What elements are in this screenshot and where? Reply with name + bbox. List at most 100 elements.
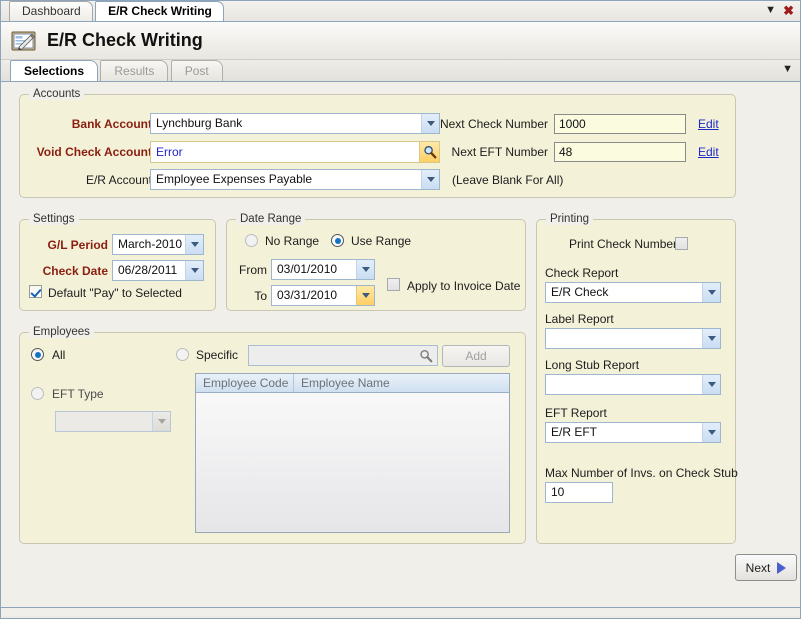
max-invs-input[interactable]: 10 <box>545 482 613 503</box>
no-range-label: No Range <box>265 234 320 248</box>
er-account-hint: (Leave Blank For All) <box>452 173 564 187</box>
employees-specific-label: Specific <box>196 348 239 362</box>
page-title: E/R Check Writing <box>47 30 203 50</box>
eft-report-label: EFT Report <box>545 406 607 420</box>
check-report-label: Check Report <box>545 266 619 280</box>
check-report-combo[interactable]: E/R Check <box>545 282 721 303</box>
column-header-employee-code[interactable]: Employee Code <box>196 374 294 392</box>
check-writing-icon <box>11 29 37 53</box>
employees-group-title: Employees <box>29 326 94 338</box>
printing-group-title: Printing <box>546 213 593 225</box>
check-date-combo[interactable]: 06/28/2011 <box>112 260 204 281</box>
edit-next-eft-number-link[interactable]: Edit <box>698 145 719 159</box>
employees-grid[interactable]: Employee Code Employee Name <box>195 373 510 533</box>
edit-next-check-number-link[interactable]: Edit <box>698 117 719 131</box>
bank-account-label: Bank Account <box>71 117 152 131</box>
check-report-value: E/R Check <box>551 285 609 299</box>
chevron-down-icon[interactable] <box>702 329 720 348</box>
from-label: From <box>239 263 267 277</box>
employees-grid-body <box>196 393 509 532</box>
to-date-combo[interactable]: 03/31/2010 <box>271 285 375 306</box>
accounts-group: Accounts Bank Account Lynchburg Bank Voi… <box>19 88 736 198</box>
check-date-label: Check Date <box>42 264 108 278</box>
window-footer <box>1 607 800 616</box>
label-report-combo[interactable] <box>545 328 721 349</box>
printing-group: Printing Print Check Number Check Report… <box>536 213 738 544</box>
check-date-value: 06/28/2011 <box>118 263 178 277</box>
tab-label: Results <box>114 64 155 78</box>
window-tab-dashboard[interactable]: Dashboard <box>9 1 93 21</box>
default-pay-label: Default "Pay" to Selected <box>48 286 182 300</box>
tab-label: Selections <box>24 64 85 78</box>
max-invs-label: Max Number of Invs. on Check Stub <box>545 466 738 480</box>
default-pay-checkbox[interactable] <box>29 285 42 298</box>
accounts-group-title: Accounts <box>29 88 85 100</box>
window-tab-label: Dashboard <box>22 4 81 18</box>
use-range-label: Use Range <box>351 234 412 248</box>
employees-eft-type-label: EFT Type <box>52 387 104 401</box>
add-employee-button[interactable]: Add <box>442 345 510 367</box>
from-date-combo[interactable]: 03/01/2010 <box>271 259 375 280</box>
gl-period-label: G/L Period <box>47 238 108 252</box>
window-tab-label: E/R Check Writing <box>108 4 212 18</box>
apply-invoice-date-checkbox[interactable] <box>387 278 400 291</box>
page-title-bar: E/R Check Writing <box>1 22 800 60</box>
print-check-number-checkbox[interactable] <box>675 237 688 250</box>
settings-group-title: Settings <box>29 213 79 225</box>
label-report-label: Label Report <box>545 312 614 326</box>
tab-post[interactable]: Post <box>170 60 223 81</box>
chevron-down-icon[interactable] <box>356 260 374 279</box>
window-tabstrip: Dashboard E/R Check Writing ▼ ✖ <box>1 1 800 22</box>
employees-all-radio[interactable] <box>31 348 44 361</box>
employees-eft-type-radio[interactable] <box>31 387 44 400</box>
application-window: Dashboard E/R Check Writing ▼ ✖ E/R Chec… <box>0 0 801 619</box>
chevron-down-icon[interactable] <box>421 170 439 189</box>
date-range-group: Date Range No Range Use Range From 03/01… <box>226 213 526 311</box>
next-check-number-label: Next Check Number <box>439 117 548 131</box>
eft-report-value: E/R EFT <box>551 425 598 439</box>
gl-period-value: March-2010 <box>118 237 183 251</box>
eft-report-combo[interactable]: E/R EFT <box>545 422 721 443</box>
gl-period-combo[interactable]: March-2010 <box>112 234 204 255</box>
triangle-right-icon <box>777 561 787 574</box>
chevron-down-icon[interactable] <box>185 235 203 254</box>
next-button-label: Next <box>745 560 771 575</box>
to-label: To <box>254 289 267 303</box>
chevron-down-icon[interactable]: ▼ <box>765 4 776 16</box>
long-stub-report-combo[interactable] <box>545 374 721 395</box>
bank-account-value: Lynchburg Bank <box>156 116 243 130</box>
next-eft-number-value: 48 <box>559 145 573 159</box>
void-check-account-field[interactable]: Error <box>150 141 440 163</box>
er-account-label: E/R Account <box>85 173 152 187</box>
magnifier-icon[interactable] <box>419 142 439 162</box>
specific-employee-input[interactable] <box>248 345 438 366</box>
er-account-combo[interactable]: Employee Expenses Payable <box>150 169 440 190</box>
use-range-radio[interactable] <box>331 234 344 247</box>
chevron-down-icon[interactable] <box>421 114 439 133</box>
chevron-down-icon[interactable] <box>356 286 374 305</box>
tab-selections[interactable]: Selections <box>10 60 99 81</box>
next-check-number-field: 1000 <box>554 114 686 134</box>
add-button-label: Add <box>465 349 487 363</box>
eft-type-combo[interactable] <box>55 411 171 432</box>
next-check-number-value: 1000 <box>559 117 586 131</box>
chevron-down-icon[interactable] <box>702 283 720 302</box>
chevron-down-icon[interactable] <box>185 261 203 280</box>
max-invs-value: 10 <box>551 485 565 499</box>
no-range-radio[interactable] <box>245 234 258 247</box>
bank-account-combo[interactable]: Lynchburg Bank <box>150 113 440 134</box>
chevron-down-icon[interactable]: ▼ <box>782 63 793 75</box>
window-tab-er-check-writing[interactable]: E/R Check Writing <box>95 1 224 21</box>
date-range-group-title: Date Range <box>236 213 306 225</box>
chevron-down-icon[interactable] <box>152 412 170 431</box>
chevron-down-icon[interactable] <box>702 375 720 394</box>
employees-specific-radio[interactable] <box>176 348 189 361</box>
employees-all-label: All <box>52 348 66 362</box>
tab-results[interactable]: Results <box>100 60 169 81</box>
next-button[interactable]: Next <box>735 554 797 581</box>
magnifier-icon[interactable] <box>415 349 437 363</box>
close-icon[interactable]: ✖ <box>783 3 794 19</box>
column-header-employee-name[interactable]: Employee Name <box>294 374 509 392</box>
chevron-down-icon[interactable] <box>702 423 720 442</box>
from-date-value: 03/01/2010 <box>277 262 338 276</box>
